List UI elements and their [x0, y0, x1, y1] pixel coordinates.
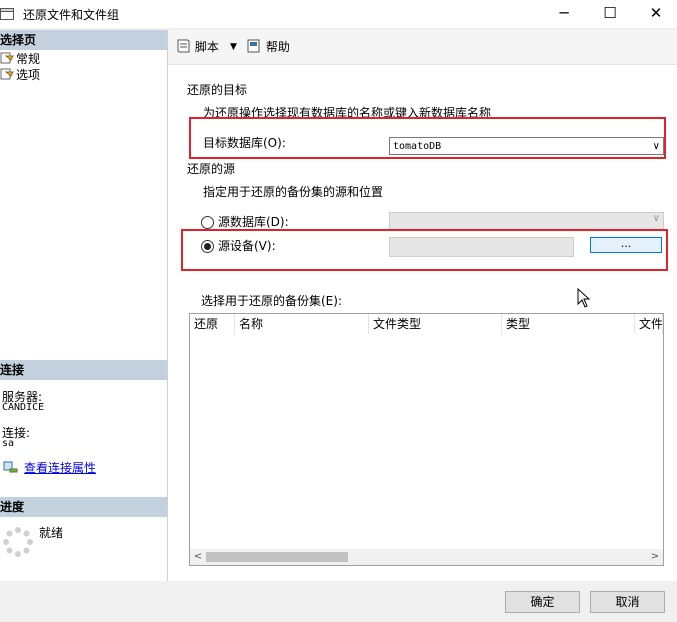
source-db-label: 源数据库(D): [218, 215, 289, 229]
restore-files-icon [0, 8, 14, 20]
close-button[interactable]: ✕ [633, 0, 677, 28]
nav-item-label: 常规 [16, 52, 41, 66]
help-icon [247, 39, 260, 53]
page-settings-icon [0, 68, 14, 80]
source-device-field[interactable] [389, 237, 574, 257]
backup-sets-label: 选择用于还原的备份集(E): [201, 294, 342, 308]
script-dropdown-button[interactable]: ▼ [230, 38, 237, 56]
source-device-radio[interactable] [201, 240, 214, 253]
maximize-button[interactable]: ☐ [587, 0, 633, 28]
select-page-header: 选择页 [0, 30, 167, 50]
script-label: 脚本 [194, 40, 219, 54]
nav-item-general[interactable]: 常规 [0, 51, 40, 67]
script-button[interactable]: 脚本 [175, 38, 219, 56]
column-header-file-type[interactable]: 文件类型 [369, 314, 502, 334]
view-connection-properties-link[interactable]: 查看连接属性 [24, 459, 96, 476]
restore-source-title: 还原的源 [187, 162, 236, 176]
progress-spinner-icon [3, 527, 33, 557]
mouse-cursor-icon [577, 288, 591, 308]
help-button[interactable]: 帮助 [246, 38, 290, 56]
nav-item-label: 选项 [16, 68, 41, 82]
source-db-radio[interactable] [201, 216, 214, 229]
left-panel: 选择页 常规 选项 连接 服务器: CANDICE 连接: sa 查看连接属性 … [0, 30, 168, 581]
target-db-value: tomatoDB [393, 141, 442, 152]
nav-item-options[interactable]: 选项 [0, 67, 40, 83]
column-header-file[interactable]: 文件 [635, 314, 663, 334]
script-icon [177, 39, 190, 53]
page-settings-icon [0, 52, 14, 64]
column-header-name[interactable]: 名称 [235, 314, 369, 334]
server-value: CANDICE [2, 402, 45, 413]
progress-status: 就绪 [39, 526, 64, 540]
restore-source-description: 指定用于还原的备份集的源和位置 [203, 185, 384, 199]
restore-target-title: 还原的目标 [187, 83, 248, 97]
connection-value: sa [2, 438, 15, 449]
window-title: 还原文件和文件组 [23, 8, 120, 22]
column-header-restore[interactable]: 还原 [190, 314, 235, 334]
backup-sets-table[interactable]: 还原 名称 文件类型 类型 文件 < > [189, 313, 664, 566]
progress-header: 进度 [0, 497, 167, 517]
connection-properties-icon [3, 461, 18, 473]
chevron-down-icon: ∨ [652, 213, 660, 224]
chevron-down-icon: ∨ [652, 141, 660, 152]
target-db-label: 目标数据库(O): [203, 136, 286, 150]
minimize-button[interactable]: ─ [541, 0, 587, 28]
browse-device-button[interactable]: ... [590, 237, 662, 253]
source-db-dropdown[interactable]: ∨ [389, 212, 664, 230]
scroll-right-icon[interactable]: > [647, 549, 663, 565]
cancel-button[interactable]: 取消 [590, 591, 665, 613]
source-device-label: 源设备(V): [218, 239, 276, 253]
help-label: 帮助 [265, 40, 290, 54]
toolbar: 脚本 ▼ 帮助 [168, 30, 677, 65]
horizontal-scrollbar[interactable]: < > [190, 549, 663, 565]
ok-button[interactable]: 确定 [505, 591, 580, 613]
column-header-type[interactable]: 类型 [502, 314, 635, 334]
scroll-left-icon[interactable]: < [190, 549, 206, 565]
target-db-dropdown[interactable]: tomatoDB ∨ [389, 137, 664, 155]
connection-header: 连接 [0, 360, 167, 380]
scroll-thumb[interactable] [206, 552, 348, 562]
